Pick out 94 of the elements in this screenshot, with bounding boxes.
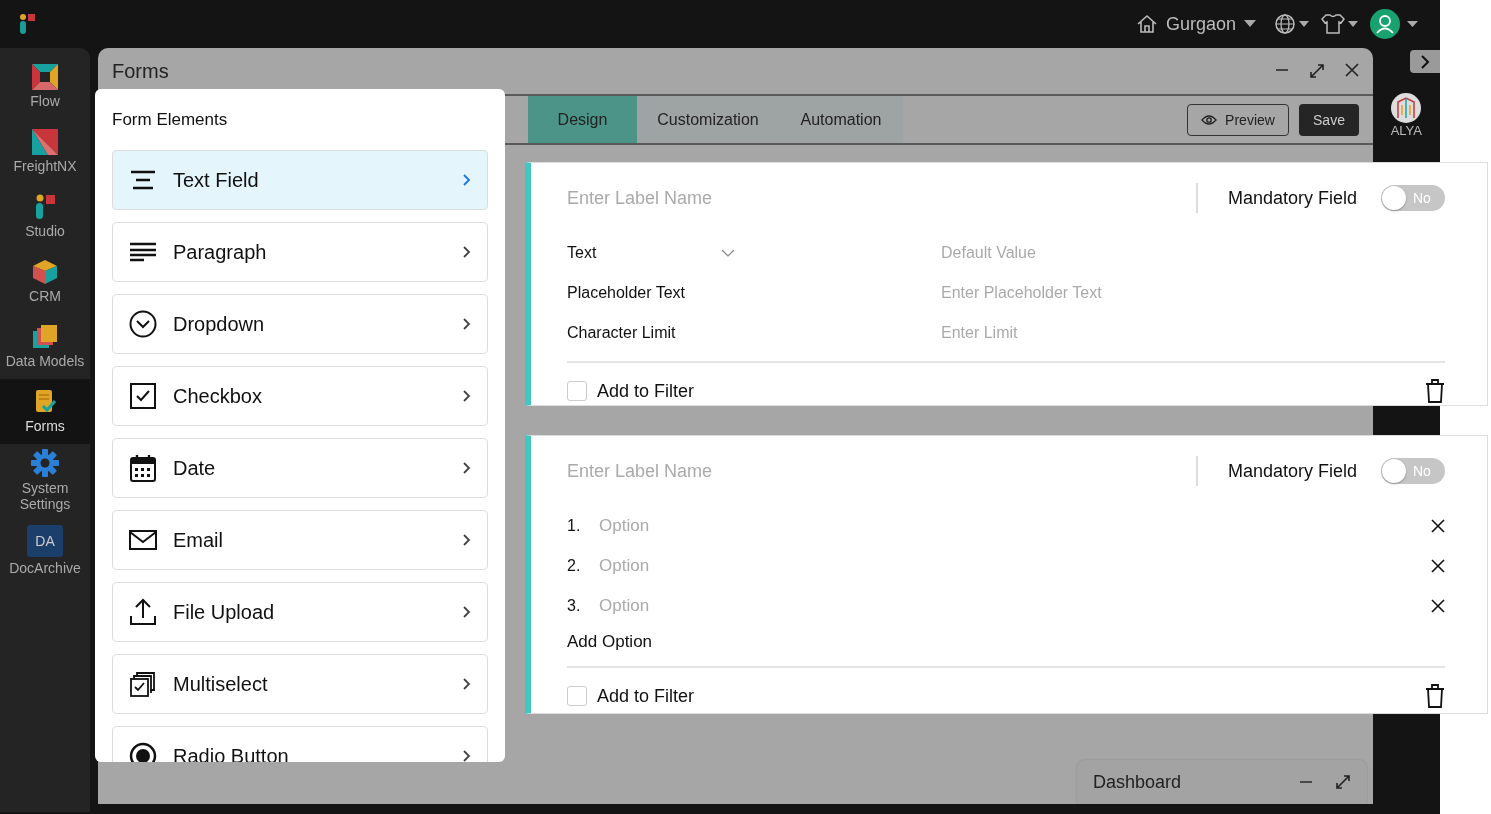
add-option-link[interactable]: Add Option bbox=[567, 626, 653, 658]
sidebar-label: FreightNX bbox=[12, 157, 78, 174]
chevron-right-icon bbox=[462, 245, 471, 259]
chevron-right-icon bbox=[462, 677, 471, 691]
form-element-item[interactable]: File Upload bbox=[112, 582, 488, 642]
sidebar-label: Studio bbox=[24, 222, 66, 239]
maximize-icon[interactable] bbox=[1309, 63, 1325, 79]
form-element-item[interactable]: Checkbox bbox=[112, 366, 488, 426]
chevron-right-icon bbox=[462, 749, 471, 762]
sidebar-item[interactable]: Flow bbox=[0, 54, 90, 119]
triangles-icon bbox=[32, 128, 58, 155]
dashboard-title: Dashboard bbox=[1093, 771, 1183, 793]
sidebar-item[interactable]: Data Models bbox=[0, 314, 90, 379]
form-element-item[interactable]: Email bbox=[112, 510, 488, 570]
sidebar-label: CRM bbox=[28, 287, 62, 304]
sidebar-label: Forms bbox=[24, 417, 66, 434]
logo-icon bbox=[18, 13, 36, 35]
close-icon[interactable] bbox=[1431, 519, 1445, 533]
form-element-item[interactable]: Radio Button bbox=[112, 726, 488, 762]
eye-icon bbox=[1201, 113, 1218, 126]
assistant-avatar-icon[interactable] bbox=[1391, 93, 1421, 123]
window-title: Forms bbox=[112, 59, 169, 83]
chevron-right-icon bbox=[462, 389, 471, 403]
form-element-item[interactable]: Dropdown bbox=[112, 294, 488, 354]
upload-icon bbox=[129, 598, 157, 626]
assistant-label: ALYA bbox=[1390, 123, 1422, 138]
field-label: Placeholder Text bbox=[567, 284, 686, 302]
type-dropdown[interactable]: Text bbox=[567, 244, 735, 262]
form-element-item[interactable]: Text Field bbox=[112, 150, 488, 210]
sidebar-item[interactable]: CRM bbox=[0, 249, 90, 314]
option-number: 1. bbox=[567, 517, 582, 535]
chevron-circle-icon bbox=[129, 310, 157, 338]
envelope-icon bbox=[129, 530, 157, 550]
expand-button[interactable] bbox=[1410, 50, 1440, 73]
tab[interactable]: Automation bbox=[779, 96, 903, 143]
sidebar-label: System Settings bbox=[18, 480, 72, 512]
close-icon[interactable] bbox=[1431, 559, 1445, 573]
chevron-right-icon bbox=[462, 461, 471, 475]
square-tiles-icon bbox=[32, 63, 58, 90]
settings-icon bbox=[31, 449, 59, 477]
save-button[interactable]: Save bbox=[1299, 103, 1359, 136]
home-icon bbox=[1135, 14, 1158, 34]
filter-label: Add to Filter bbox=[597, 685, 695, 707]
location-selector[interactable]: Gurgaon bbox=[1135, 13, 1256, 35]
stacked-squares-icon bbox=[32, 323, 58, 350]
multiselect-icon bbox=[129, 671, 157, 697]
caret-icon bbox=[1244, 20, 1256, 28]
clipboard-check-icon bbox=[34, 388, 56, 415]
form-element-item[interactable]: Multiselect bbox=[112, 654, 488, 714]
sidebar-item[interactable]: DA DocArchive bbox=[0, 518, 90, 583]
dashboard-tab[interactable]: Dashboard bbox=[1077, 760, 1367, 804]
cube-icon bbox=[32, 258, 58, 285]
close-icon[interactable] bbox=[1345, 63, 1359, 79]
paragraph-icon bbox=[129, 242, 157, 262]
user-avatar-icon[interactable] bbox=[1370, 9, 1420, 39]
app-badge: DA bbox=[27, 524, 63, 557]
globe-icon[interactable] bbox=[1274, 13, 1310, 35]
sidebar-item[interactable]: FreightNX bbox=[0, 119, 90, 184]
form-element-item[interactable]: Paragraph bbox=[112, 222, 488, 282]
mandatory-label: Mandatory Field bbox=[1227, 460, 1357, 482]
panel-title: Form Elements bbox=[112, 110, 229, 130]
radio-icon bbox=[129, 742, 157, 762]
filter-checkbox[interactable] bbox=[567, 686, 587, 706]
chevron-right-icon bbox=[462, 533, 471, 547]
sidebar-item[interactable]: Forms bbox=[0, 379, 90, 444]
close-icon[interactable] bbox=[1431, 599, 1445, 613]
mandatory-label: Mandatory Field bbox=[1227, 187, 1357, 209]
calendar-icon bbox=[129, 454, 157, 482]
tab[interactable]: Design bbox=[528, 96, 637, 143]
logo-icon bbox=[34, 193, 56, 220]
sidebar-label: Data Models bbox=[5, 352, 85, 369]
maximize-icon[interactable] bbox=[1335, 774, 1351, 790]
option-number: 3. bbox=[567, 597, 582, 615]
filter-label: Add to Filter bbox=[597, 380, 695, 402]
preview-button[interactable]: Preview bbox=[1187, 103, 1289, 136]
sidebar-item[interactable]: Studio bbox=[0, 184, 90, 249]
trash-icon[interactable] bbox=[1425, 379, 1445, 403]
sidebar-label: Flow bbox=[29, 92, 61, 109]
checkbox-icon bbox=[129, 383, 157, 409]
shirt-icon[interactable] bbox=[1320, 13, 1360, 35]
chevron-right-icon bbox=[1420, 54, 1430, 69]
chevron-right-icon bbox=[462, 173, 471, 187]
field-label: Character Limit bbox=[567, 324, 677, 342]
trash-icon[interactable] bbox=[1425, 684, 1445, 708]
option-number: 2. bbox=[567, 557, 582, 575]
text-lines-icon bbox=[129, 170, 157, 190]
chevron-right-icon bbox=[462, 605, 471, 619]
tab[interactable]: Customization bbox=[637, 96, 779, 143]
filter-checkbox[interactable] bbox=[567, 381, 587, 401]
chevron-right-icon bbox=[462, 317, 471, 331]
sidebar-label: DocArchive bbox=[8, 559, 82, 576]
chevron-down-icon bbox=[721, 249, 735, 257]
sidebar-item[interactable]: System Settings bbox=[0, 444, 90, 518]
form-element-item[interactable]: Date bbox=[112, 438, 488, 498]
